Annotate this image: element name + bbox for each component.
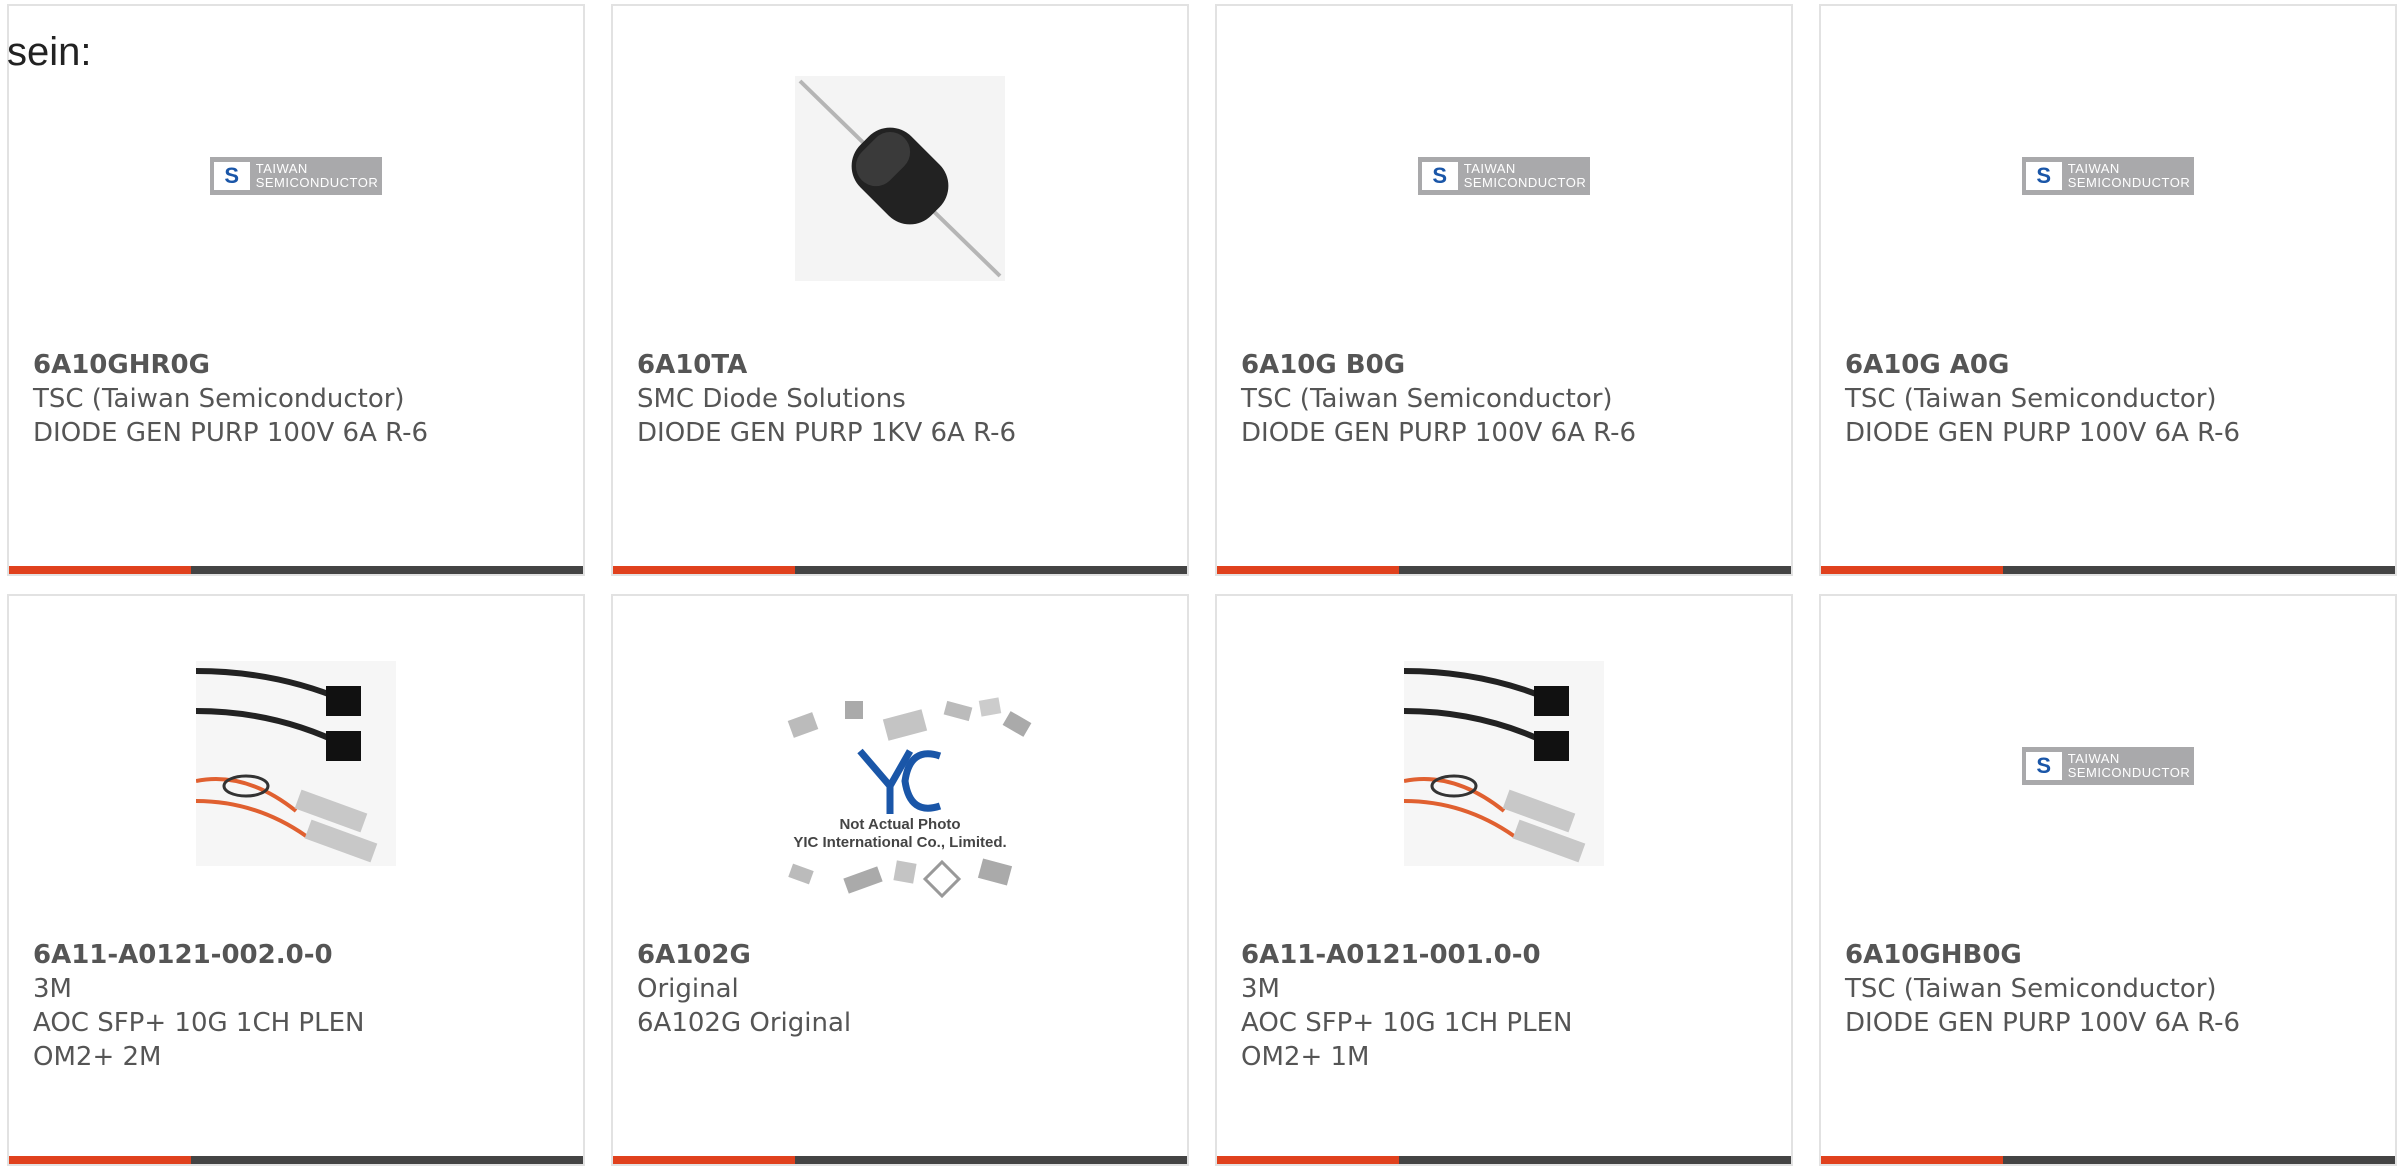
- tsc-logo: S TAIWAN SEMICONDUCTOR: [209, 157, 383, 195]
- card-bar: [1821, 566, 2395, 574]
- description: AOC SFP+ 10G 1CH PLEN OM2+ 2M: [33, 1008, 365, 1072]
- description: 6A102G Original: [637, 1008, 852, 1038]
- cable-image: [1404, 661, 1604, 866]
- description: DIODE GEN PURP 1KV 6A R-6: [637, 418, 1017, 448]
- manufacturer: TSC (Taiwan Semiconductor): [1241, 384, 1613, 414]
- manufacturer: 3M: [33, 974, 72, 1004]
- product-card[interactable]: S TAIWAN SEMICONDUCTOR 6A10GHR0G TSC (Tai…: [7, 4, 585, 576]
- card-accent: [9, 1156, 191, 1164]
- description: DIODE GEN PURP 100V 6A R-6: [1241, 418, 1637, 448]
- logo-line2: SEMICONDUCTOR: [1463, 175, 1587, 190]
- card-bar: [9, 566, 583, 574]
- tsc-mark: S: [2036, 753, 2052, 778]
- product-card[interactable]: S TAIWAN SEMICONDUCTOR 6A10GHB0G TSC (Tai…: [1819, 594, 2397, 1166]
- product-image[interactable]: S TAIWAN SEMICONDUCTOR: [1217, 66, 1791, 286]
- product-image[interactable]: [1217, 661, 1791, 866]
- manufacturer: TSC (Taiwan Semiconductor): [1845, 974, 2217, 1004]
- tsc-logo: S TAIWAN SEMICONDUCTOR: [2021, 747, 2195, 785]
- card-accent: [613, 566, 795, 574]
- manufacturer: 3M: [1241, 974, 1280, 1004]
- part-number[interactable]: 6A11-A0121-001.0-0: [1241, 938, 1771, 972]
- product-card[interactable]: 6A11-A0121-002.0-0 3M AOC SFP+ 10G 1CH P…: [7, 594, 585, 1166]
- description: DIODE GEN PURP 100V 6A R-6: [1845, 418, 2241, 448]
- product-card[interactable]: S TAIWAN SEMICONDUCTOR 6A10G A0G TSC (Tai…: [1819, 4, 2397, 576]
- product-card[interactable]: 6A10TA SMC Diode Solutions DIODE GEN PUR…: [611, 4, 1189, 576]
- part-number[interactable]: 6A10GHR0G: [33, 348, 563, 382]
- product-grid: S TAIWAN SEMICONDUCTOR 6A10GHR0G TSC (Tai…: [7, 4, 2400, 1166]
- card-accent: [1821, 1156, 2003, 1164]
- logo-line2: SEMICONDUCTOR: [2067, 175, 2191, 190]
- card-bar: [1821, 1156, 2395, 1164]
- card-accent: [1821, 566, 2003, 574]
- card-accent: [1217, 1156, 1399, 1164]
- description: DIODE GEN PURP 100V 6A R-6: [1845, 1008, 2241, 1038]
- tsc-logo: S TAIWAN SEMICONDUCTOR: [1417, 157, 1591, 195]
- logo-line2: SEMICONDUCTOR: [2067, 765, 2191, 780]
- part-number[interactable]: 6A10TA: [637, 348, 1167, 382]
- product-image[interactable]: [613, 76, 1187, 281]
- part-number[interactable]: 6A10G A0G: [1845, 348, 2375, 382]
- card-accent: [1217, 566, 1399, 574]
- tsc-mark: S: [2036, 163, 2052, 188]
- card-bar: [613, 1156, 1187, 1164]
- tsc-mark: S: [1432, 163, 1448, 188]
- part-number[interactable]: 6A11-A0121-002.0-0: [33, 938, 563, 972]
- card-accent: [9, 566, 191, 574]
- card-bar: [613, 566, 1187, 574]
- manufacturer: TSC (Taiwan Semiconductor): [33, 384, 405, 414]
- product-image[interactable]: Not Actual Photo YIC International Co., …: [613, 681, 1187, 916]
- description: DIODE GEN PURP 100V 6A R-6: [33, 418, 429, 448]
- logo-line1: TAIWAN: [2067, 751, 2120, 766]
- cable-image: [196, 661, 396, 866]
- product-card[interactable]: 6A11-A0121-001.0-0 3M AOC SFP+ 10G 1CH P…: [1215, 594, 1793, 1166]
- logo-line1: TAIWAN: [255, 161, 308, 176]
- diode-image: [795, 76, 1005, 281]
- part-number[interactable]: 6A102G: [637, 938, 1167, 972]
- yic-company: YIC International Co., Limited.: [793, 833, 1007, 851]
- logo-line1: TAIWAN: [1463, 161, 1516, 176]
- product-image[interactable]: S TAIWAN SEMICONDUCTOR: [1821, 656, 2395, 876]
- tsc-mark: S: [224, 163, 240, 188]
- yic-notice: Not Actual Photo: [839, 815, 961, 833]
- logo-line2: SEMICONDUCTOR: [255, 175, 379, 190]
- part-number[interactable]: 6A10GHB0G: [1845, 938, 2375, 972]
- manufacturer: SMC Diode Solutions: [637, 384, 906, 414]
- card-bar: [1217, 566, 1791, 574]
- chips-icon: [787, 696, 1032, 741]
- manufacturer: TSC (Taiwan Semiconductor): [1845, 384, 2217, 414]
- card-bar: [9, 1156, 583, 1164]
- yic-logo: [857, 748, 942, 814]
- product-card[interactable]: Not Actual Photo YIC International Co., …: [611, 594, 1189, 1166]
- chips-icon: [788, 857, 1013, 898]
- product-card[interactable]: S TAIWAN SEMICONDUCTOR 6A10G B0G TSC (Tai…: [1215, 4, 1793, 576]
- tsc-logo: S TAIWAN SEMICONDUCTOR: [2021, 157, 2195, 195]
- product-image[interactable]: [9, 661, 583, 866]
- product-image[interactable]: S TAIWAN SEMICONDUCTOR: [9, 66, 583, 286]
- card-accent: [613, 1156, 795, 1164]
- intro-text: sein:: [7, 30, 92, 74]
- part-number[interactable]: 6A10G B0G: [1241, 348, 1771, 382]
- description: AOC SFP+ 10G 1CH PLEN OM2+ 1M: [1241, 1008, 1573, 1072]
- logo-line1: TAIWAN: [2067, 161, 2120, 176]
- card-bar: [1217, 1156, 1791, 1164]
- manufacturer: Original: [637, 974, 739, 1004]
- product-image[interactable]: S TAIWAN SEMICONDUCTOR: [1821, 66, 2395, 286]
